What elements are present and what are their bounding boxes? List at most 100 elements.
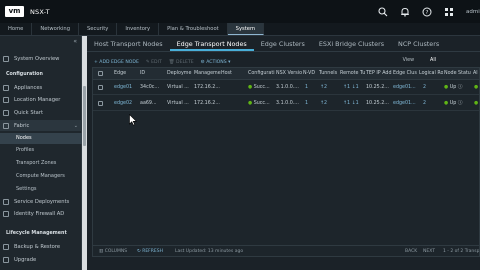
sidebar-item-location-manager[interactable]: Location Manager [0, 94, 82, 105]
table-row[interactable]: edge01 34c0c... Virtual ... 172.16.2... … [93, 80, 479, 95]
edge-cluster-link[interactable]: edge01... [393, 96, 418, 111]
table-cell: 34c0c... [140, 85, 160, 90]
tunnels-link[interactable]: ↑2 [320, 80, 339, 95]
sidebar-item-label: Location Manager [14, 96, 61, 103]
view-filter-select[interactable]: All [430, 58, 436, 63]
node-status: ● Up ⓘ [444, 96, 471, 111]
column-header[interactable]: Remote Tu [340, 68, 365, 80]
sidebar-item-quick-start[interactable]: Quick Start [0, 107, 82, 118]
column-header[interactable]: Node Statu [444, 68, 471, 80]
column-header[interactable]: NSX Versio [276, 68, 302, 80]
table-cell [221, 80, 247, 95]
refresh-label: REFRESH [142, 249, 163, 254]
add-edge-node-button[interactable]: + ADD EDGE NODE [94, 60, 139, 65]
mouse-pointer-icon [129, 114, 137, 126]
overview-icon [3, 55, 9, 62]
sidebar-subitem-compute-managers[interactable]: Compute Managers [16, 173, 65, 179]
column-header[interactable]: Logical Ro [419, 68, 443, 80]
help-icon[interactable]: ? [422, 7, 432, 17]
tab-ncp-clusters[interactable]: NCP Clusters [391, 36, 446, 51]
table-cell: Virtual ... [167, 101, 189, 106]
table-cell: 3.1.0.0.... [276, 101, 299, 106]
row-checkbox[interactable] [98, 85, 103, 90]
column-header[interactable]: Manageme [194, 68, 221, 80]
search-icon[interactable] [378, 6, 388, 17]
table-cell: 172.16.2... [194, 85, 220, 90]
svg-text:?: ? [426, 10, 429, 16]
sidebar-item-service-deployments[interactable]: Service Deployments [0, 196, 82, 207]
table-cell: Virtual ... [167, 85, 189, 90]
sidebar-item-backup-restore[interactable]: Backup & Restore [0, 241, 82, 252]
apps-icon[interactable] [444, 7, 454, 17]
column-header[interactable]: Edge Clus [393, 68, 418, 80]
remote-tunnels-link[interactable]: ↑1 ↓1 [343, 80, 365, 95]
sidebar-item-appliances[interactable]: Appliances [0, 82, 82, 93]
nav-tab-system[interactable]: System [227, 23, 265, 35]
last-updated-text: Last Updated: 13 minutes ago [175, 249, 244, 254]
grid-header: Edge ID Deployme Manageme Host Configura… [93, 68, 479, 80]
nav-tab-inventory[interactable]: Inventory [117, 23, 160, 35]
sidebar-subitem-transport-zones[interactable]: Transport Zones [16, 160, 56, 166]
nav-tab-networking[interactable]: Networking [32, 23, 80, 35]
nav-tab-security[interactable]: Security [79, 23, 118, 35]
sidebar-item-system-overview[interactable]: System Overview [0, 53, 82, 64]
sidebar-heading-lifecycle: Lifecycle Management [6, 231, 67, 236]
grid-footer: ▥ COLUMNS ↻ REFRESH Last Updated: 13 min… [93, 245, 480, 256]
nvd-count-link[interactable]: 1 [305, 96, 317, 111]
collapse-sidebar-icon[interactable]: « [73, 38, 77, 45]
row-checkbox[interactable] [98, 101, 103, 106]
sidebar-item-label: System Overview [14, 55, 60, 62]
nav-tab-plan-troubleshoot[interactable]: Plan & Troubleshoot [159, 23, 228, 35]
sidebar-item-identity-firewall-ad[interactable]: Identity Firewall AD [0, 208, 82, 219]
alarm-indicator: ● [474, 101, 479, 106]
column-header[interactable]: Configurati [248, 68, 275, 80]
logical-routers-link[interactable]: 2 [423, 96, 443, 111]
sidebar-item-label: Upgrade [14, 256, 37, 263]
tab-esxi-bridge-clusters[interactable]: ESXi Bridge Clusters [312, 36, 391, 51]
sidebar-item-label: Fabric [14, 122, 30, 129]
edge-name-link[interactable]: edge02 [114, 96, 140, 111]
edge-name-link[interactable]: edge01 [114, 80, 140, 95]
remote-tunnels-link[interactable]: ↑1 ↓1 [343, 96, 365, 111]
back-button[interactable]: BACK [405, 246, 417, 256]
sidebar-subitem-nodes[interactable]: Nodes [0, 133, 82, 144]
edge-cluster-link[interactable]: edge01... [393, 80, 418, 95]
logical-routers-link[interactable]: 2 [423, 80, 443, 95]
sidebar-item-upgrade[interactable]: Upgrade [0, 254, 82, 265]
column-header[interactable]: Tunnels [319, 68, 339, 80]
tab-edge-transport-nodes[interactable]: Edge Transport Nodes [169, 36, 254, 51]
config-status: ● Succ... [248, 96, 275, 111]
grid-toolbar: + ADD EDGE NODE ✎ EDIT 🗑 DELETE ⚙ ACTION… [87, 57, 480, 67]
sidebar-subitem-profiles[interactable]: Profiles [16, 147, 34, 153]
sidebar-item-fabric[interactable]: Fabric ⌄ [0, 120, 82, 131]
user-menu[interactable]: admin [466, 9, 480, 15]
upgrade-icon [3, 256, 9, 263]
actions-dropdown[interactable]: ⚙ ACTIONS ▾ [201, 60, 231, 65]
tunnels-link[interactable]: ↑2 [320, 96, 339, 111]
nvd-count-link[interactable]: 1 [305, 80, 317, 95]
sidebar-subitem-settings[interactable]: Settings [16, 186, 37, 192]
column-header[interactable]: Host [221, 68, 247, 80]
column-header[interactable]: TEP IP Add [366, 68, 392, 80]
columns-label: COLUMNS [104, 249, 128, 254]
app-title: NSX-T [30, 7, 50, 16]
select-all-checkbox[interactable] [98, 71, 103, 76]
refresh-button[interactable]: ↻ REFRESH [137, 246, 163, 256]
edit-button[interactable]: ✎ EDIT [146, 60, 162, 65]
scrollbar-thumb[interactable] [83, 86, 86, 146]
table-cell [221, 96, 247, 111]
column-header[interactable]: Al [473, 68, 479, 80]
tab-host-transport-nodes[interactable]: Host Transport Nodes [87, 36, 170, 51]
delete-button[interactable]: 🗑 DELETE [169, 60, 194, 65]
nav-tab-home[interactable]: Home [0, 23, 33, 35]
next-button[interactable]: NEXT [423, 246, 435, 256]
tab-edge-clusters[interactable]: Edge Clusters [254, 36, 312, 51]
columns-button[interactable]: ▥ COLUMNS [99, 246, 128, 256]
pager-text: 1 - 2 of 2 Transport [443, 249, 480, 254]
column-header[interactable]: N-VD [303, 68, 318, 80]
column-header[interactable]: ID [140, 68, 166, 80]
table-row[interactable]: edge02 aa69... Virtual ... 172.16.2... ●… [93, 96, 479, 111]
bell-icon[interactable] [400, 7, 410, 17]
column-header[interactable]: Edge [114, 68, 140, 80]
column-header[interactable]: Deployme [167, 68, 193, 80]
